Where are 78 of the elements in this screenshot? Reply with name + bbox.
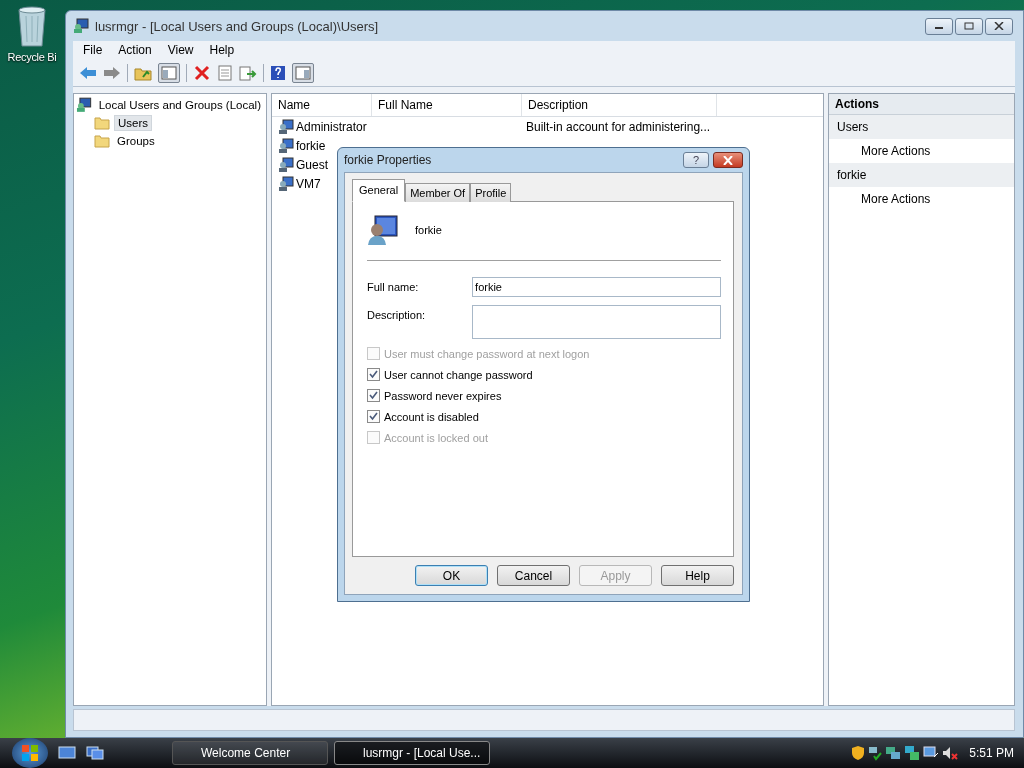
network-icon[interactable] (904, 745, 921, 761)
checkbox[interactable] (367, 389, 380, 402)
desktop-icon-label[interactable]: Recycle Bi (7, 51, 57, 63)
folder-icon (94, 116, 110, 130)
menu-item[interactable]: Help (201, 41, 243, 60)
forward-icon[interactable] (103, 65, 121, 81)
column-header[interactable]: Full Name (372, 94, 522, 116)
checkbox-label[interactable]: Password never expires (384, 389, 502, 402)
dialog-button[interactable]: OK (415, 565, 488, 586)
tree-item[interactable]: Groups (114, 134, 158, 148)
description-field[interactable] (472, 305, 721, 339)
taskbar-button[interactable]: Welcome Center (172, 741, 328, 765)
tab[interactable]: General (352, 179, 406, 202)
up-folder-icon[interactable] (134, 65, 152, 81)
column-header[interactable]: Name (272, 94, 372, 116)
user-name: forkie (415, 224, 442, 236)
checkbox-label[interactable]: Account is disabled (384, 410, 479, 423)
tab[interactable]: Profile (470, 183, 512, 202)
back-icon[interactable] (79, 65, 97, 81)
dialog-button[interactable]: Help (661, 565, 734, 586)
maximize-icon (964, 22, 974, 30)
start-button[interactable] (12, 738, 48, 768)
user-description: Built-in account for administering... (526, 119, 711, 134)
user-name[interactable]: forkie (296, 138, 326, 153)
field-label: Description: (367, 308, 427, 323)
column-header[interactable]: Description (522, 94, 717, 116)
recycle-bin-icon[interactable] (15, 4, 49, 48)
dialog-button[interactable]: Cancel (497, 565, 570, 586)
dialog-title: forkie Properties (344, 153, 433, 167)
maximize-button[interactable] (955, 17, 983, 35)
user-icon (367, 214, 399, 246)
action-item[interactable]: More Actions (829, 139, 1014, 163)
help-icon[interactable] (270, 65, 286, 81)
show-tree-button[interactable] (158, 63, 180, 83)
tab[interactable]: Member Of (405, 183, 471, 202)
computer-users-icon (76, 97, 92, 113)
full-name-field[interactable]: forkie (472, 277, 721, 297)
network-icon[interactable] (868, 745, 883, 761)
minimize-button[interactable] (925, 17, 953, 35)
window-title: lusrmgr - [Local Users and Groups (Local)\Users] (95, 18, 379, 34)
taskbar-button[interactable]: lusrmgr - [Local Use... (334, 741, 490, 765)
network-icon[interactable] (885, 745, 902, 761)
user-icon (278, 175, 294, 192)
clock[interactable]: 5:51 PM (969, 746, 1014, 760)
close-button[interactable] (985, 17, 1013, 35)
show-desktop-icon[interactable] (58, 746, 76, 760)
close-icon (722, 155, 734, 165)
user-name[interactable]: Guest (296, 157, 328, 172)
switch-windows-icon[interactable] (86, 746, 104, 760)
computer-users-icon (73, 18, 89, 34)
user-icon (278, 156, 294, 173)
user-name[interactable]: VM7 (296, 176, 321, 191)
tree-item[interactable]: Local Users and Groups (Local) (95, 98, 264, 112)
checkbox[interactable] (367, 368, 380, 381)
user-icon (278, 118, 294, 135)
checkbox-label[interactable]: User cannot change password (384, 368, 533, 381)
muted-speaker-icon[interactable] (942, 745, 959, 761)
user-name[interactable]: Administrator (296, 119, 367, 134)
menu-item[interactable]: File (75, 41, 111, 60)
close-button[interactable] (713, 152, 743, 168)
close-icon (994, 22, 1004, 30)
action-section-header[interactable]: forkie (829, 163, 1014, 187)
help-button[interactable]: ? (683, 152, 709, 168)
checkbox[interactable] (367, 410, 380, 423)
actions-title: Actions (829, 94, 1014, 115)
show-action-pane-button[interactable] (292, 63, 314, 83)
folder-icon (94, 134, 110, 148)
menu-item[interactable]: View (159, 41, 202, 60)
action-section-header[interactable]: Users (829, 115, 1014, 139)
flag-icon (20, 743, 40, 763)
shield-icon[interactable] (851, 745, 866, 761)
tree-item[interactable]: Users (114, 115, 153, 131)
export-icon[interactable] (239, 65, 257, 81)
field-label: Full name: (367, 280, 420, 295)
user-icon (278, 137, 294, 154)
delete-icon[interactable] (193, 65, 211, 81)
menu-item[interactable]: Action (110, 41, 160, 60)
action-item[interactable]: More Actions (829, 187, 1014, 211)
